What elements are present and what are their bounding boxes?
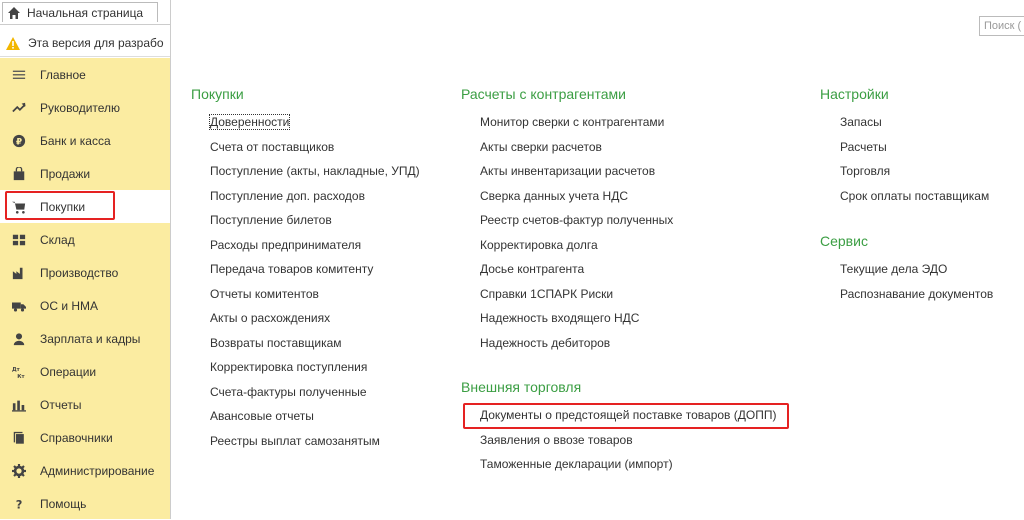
svg-text:₽: ₽ — [16, 137, 22, 147]
sidebar-item-6[interactable]: Склад — [0, 223, 170, 256]
link-purchases-3[interactable]: Поступление (акты, накладные, УПД) — [210, 164, 420, 178]
link-settlements-9[interactable]: Надежность входящего НДС — [480, 311, 639, 325]
home-icon — [8, 6, 20, 19]
link-purchases-1[interactable]: Доверенности — [208, 114, 291, 130]
menu-icon — [11, 67, 27, 83]
link-settlements-7[interactable]: Досье контрагента — [480, 262, 584, 276]
sidebar-item-1[interactable]: Главное — [0, 58, 170, 91]
link-purchases-14[interactable]: Реестры выплат самозанятым — [210, 434, 380, 448]
sidebar-item-10[interactable]: Дт Кт Операции — [0, 355, 170, 388]
factory-icon — [11, 265, 27, 281]
bag-icon — [11, 166, 27, 182]
warning-text: Эта версия для разрабо — [28, 36, 164, 50]
link-settlements-10[interactable]: Надежность дебиторов — [480, 336, 610, 350]
link-purchases-10[interactable]: Возвраты поставщикам — [210, 336, 342, 350]
bar-chart-icon — [11, 397, 27, 413]
link-purchases-11[interactable]: Корректировка поступления — [210, 360, 367, 374]
sidebar-item-11[interactable]: Отчеты — [0, 388, 170, 421]
sidebar-item-label: Руководителю — [40, 100, 121, 115]
link-purchases-6[interactable]: Расходы предпринимателя — [210, 238, 361, 252]
link-settings-4[interactable]: Срок оплаты поставщикам — [840, 189, 989, 203]
sidebar-item-label: Продажи — [40, 166, 91, 181]
link-purchases-8[interactable]: Отчеты комитентов — [210, 287, 319, 301]
sidebar-item-8[interactable]: ОС и НМА — [0, 289, 170, 322]
person-icon — [11, 331, 27, 347]
sidebar-item-13[interactable]: Администрирование — [0, 454, 170, 487]
books-icon — [11, 430, 27, 446]
sidebar-item-label: Банк и касса — [40, 133, 111, 148]
grid-icon — [11, 232, 27, 248]
tab-bar: Начальная страница — [0, 0, 170, 25]
link-settlements-3[interactable]: Акты инвентаризации расчетов — [480, 164, 655, 178]
dev-version-warning: Эта версия для разрабо — [0, 30, 170, 57]
sidebar-item-label: Главное — [40, 67, 86, 82]
link-settings-3[interactable]: Торговля — [840, 164, 890, 178]
sidebar-item-7[interactable]: Производство — [0, 256, 170, 289]
link-settlements-1[interactable]: Монитор сверки с контрагентами — [480, 115, 664, 129]
search-input[interactable]: Поиск ( — [979, 16, 1024, 36]
link-service-2[interactable]: Распознавание документов — [840, 287, 993, 301]
sidebar-item-4[interactable]: Продажи — [0, 157, 170, 190]
tab-home-label: Начальная страница — [27, 5, 144, 20]
truck-icon — [11, 298, 27, 314]
link-foreign-2[interactable]: Заявления о ввозе товаров — [480, 433, 633, 447]
link-purchases-13[interactable]: Авансовые отчеты — [210, 409, 314, 423]
svg-text:Дт: Дт — [12, 367, 21, 373]
link-settlements-4[interactable]: Сверка данных учета НДС — [480, 189, 628, 203]
sidebar-item-label: Помощь — [40, 496, 87, 511]
link-purchases-4[interactable]: Поступление доп. расходов — [210, 189, 365, 203]
section-title-foreign-trade: Внешняя торговля — [461, 379, 582, 395]
section-title-purchases: Покупки — [191, 86, 244, 102]
link-settings-1[interactable]: Запасы — [840, 115, 882, 129]
trend-icon — [11, 100, 27, 116]
highlight-frame-purchases — [5, 191, 115, 220]
tab-home[interactable]: Начальная страница — [2, 2, 158, 22]
link-settings-2[interactable]: Расчеты — [840, 140, 887, 154]
link-service-1[interactable]: Текущие дела ЭДО — [840, 262, 947, 276]
link-purchases-5[interactable]: Поступление билетов — [210, 213, 332, 227]
sidebar-item-3[interactable]: ₽ Банк и касса — [0, 124, 170, 157]
sidebar-item-label: Отчеты — [40, 397, 82, 412]
divider — [170, 0, 171, 519]
question-icon: ? — [11, 496, 27, 512]
gear-icon — [11, 463, 27, 479]
sidebar-item-label: Операции — [40, 364, 97, 379]
highlight-frame-dopp — [463, 403, 789, 429]
section-title-settings: Настройки — [820, 86, 889, 102]
link-settlements-5[interactable]: Реестр счетов-фактур полученных — [480, 213, 673, 227]
link-foreign-3[interactable]: Таможенные декларации (импорт) — [480, 457, 673, 471]
sidebar-item-label: Справочники — [40, 430, 113, 445]
svg-text:Кт: Кт — [17, 374, 25, 379]
sidebar-item-label: Администрирование — [40, 463, 155, 478]
sidebar-item-label: ОС и НМА — [40, 298, 99, 313]
link-purchases-9[interactable]: Акты о расхождениях — [210, 311, 330, 325]
link-purchases-7[interactable]: Передача товаров комитенту — [210, 262, 373, 276]
sidebar-item-14[interactable]: ? Помощь — [0, 487, 170, 520]
sidebar-item-label: Зарплата и кадры — [40, 331, 141, 346]
link-purchases-2[interactable]: Счета от поставщиков — [210, 140, 334, 154]
link-settlements-2[interactable]: Акты сверки расчетов — [480, 140, 602, 154]
sidebar-item-12[interactable]: Справочники — [0, 421, 170, 454]
warning-icon — [6, 36, 20, 50]
ruble-icon: ₽ — [11, 133, 27, 149]
svg-text:?: ? — [16, 497, 23, 511]
sidebar-item-label: Производство — [40, 265, 119, 280]
sidebar-item-9[interactable]: Зарплата и кадры — [0, 322, 170, 355]
link-settlements-8[interactable]: Справки 1СПАРК Риски — [480, 287, 613, 301]
link-purchases-12[interactable]: Счета-фактуры полученные — [210, 385, 367, 399]
section-title-settlements: Расчеты с контрагентами — [461, 86, 626, 102]
dt-kt-icon: Дт Кт — [11, 364, 27, 380]
sidebar-item-2[interactable]: Руководителю — [0, 91, 170, 124]
sidebar-item-label: Склад — [40, 232, 75, 247]
link-settlements-6[interactable]: Корректировка долга — [480, 238, 598, 252]
section-title-service: Сервис — [820, 233, 868, 249]
